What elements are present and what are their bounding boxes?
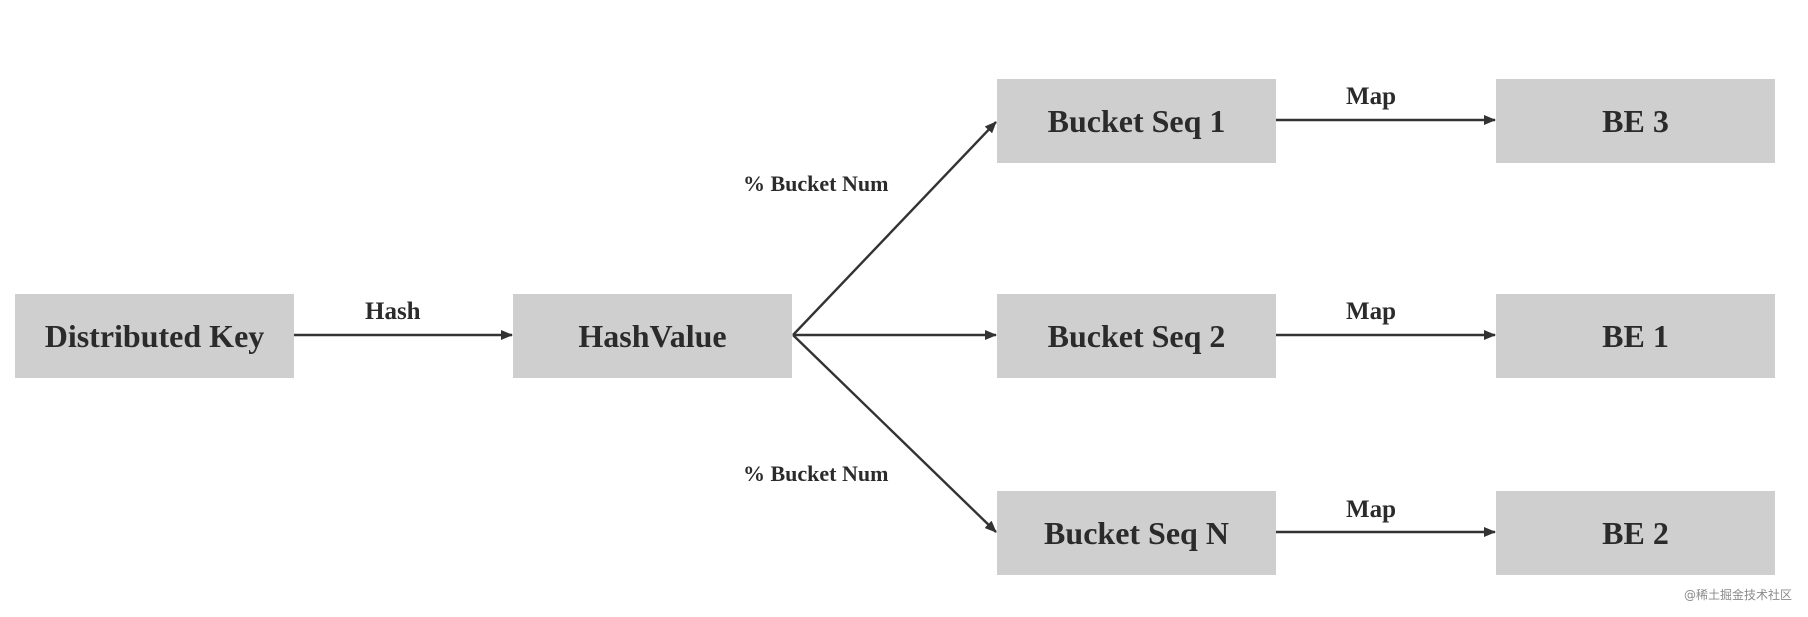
node-bucket-seq-n: Bucket Seq N	[997, 491, 1276, 575]
edge-bucket-1	[792, 121, 997, 336]
edge-label-hash: Hash	[365, 298, 421, 325]
node-bucket-seq-1: Bucket Seq 1	[997, 79, 1276, 163]
edge-label-bucket-num-top: % Bucket Num	[743, 171, 889, 196]
node-distributed-key: Distributed Key	[15, 294, 294, 378]
edge-label-map-n: Map	[1346, 496, 1396, 523]
node-hash-value: HashValue	[513, 294, 792, 378]
watermark: @稀土掘金技术社区	[1683, 588, 1792, 602]
node-be-2: BE 2	[1496, 491, 1775, 575]
edge-label-map-1: Map	[1346, 83, 1396, 110]
node-be-3: BE 3	[1496, 79, 1775, 163]
node-be-1: BE 1	[1496, 294, 1775, 378]
edge-label-map-2: Map	[1346, 298, 1396, 325]
edge-bucket-n	[792, 334, 997, 533]
node-bucket-seq-2: Bucket Seq 2	[997, 294, 1276, 378]
edge-label-bucket-num-bottom: % Bucket Num	[743, 461, 889, 486]
